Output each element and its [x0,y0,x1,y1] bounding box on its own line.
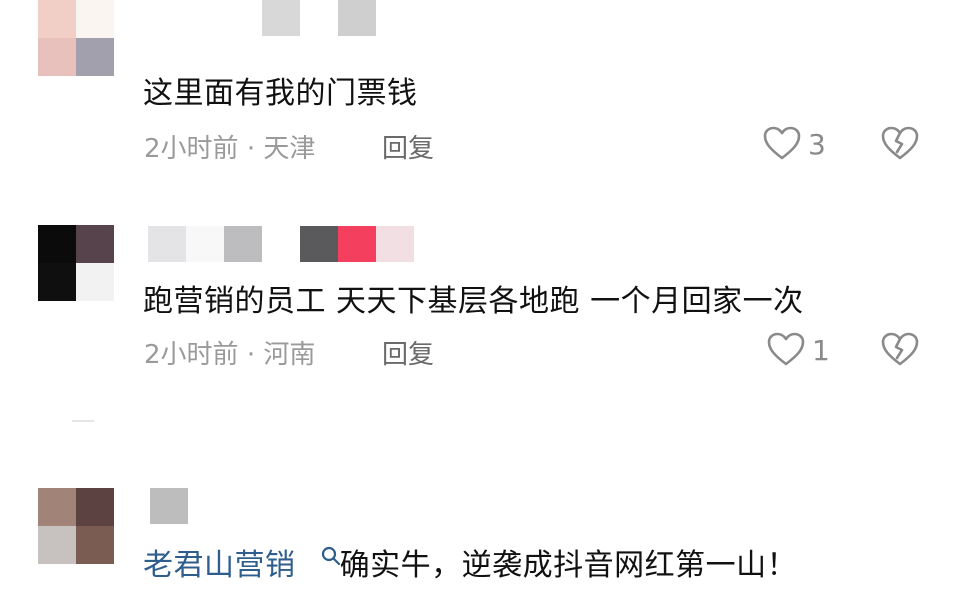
reply-button[interactable]: 回复 [382,128,434,165]
like-button[interactable]: 1 [766,330,830,370]
avatar-tile [76,488,114,526]
heart-outline-icon [767,332,805,366]
avatar[interactable] [38,488,114,564]
username-tile [338,226,376,262]
avatar-tile [38,263,76,301]
mention-link[interactable]: 老君山营销 [143,548,296,583]
username-tile [376,226,414,262]
comment-text: 跑营销的员工 天天下基层各地跑 一个月回家一次 [143,284,804,319]
avatar[interactable] [38,0,114,76]
avatar-tile [76,38,114,76]
comment-body: 确实牛，逆袭成抖音网红第一山！ [339,548,798,583]
avatar[interactable] [38,225,114,301]
avatar-tile [38,0,76,38]
avatar-tile [76,0,114,38]
avatar-tile [38,526,76,564]
avatar-tile [76,526,114,564]
username-tile [300,0,338,36]
avatar-tile [76,263,114,301]
username-tile [150,488,188,524]
username-tile [186,226,224,262]
avatar-tile [38,225,76,263]
like-button[interactable]: 3 [762,124,826,164]
reply-button[interactable]: 回复 [382,334,434,371]
meta-separator: · [246,340,256,370]
username-mosaic[interactable] [148,226,414,262]
username-tile [224,226,262,262]
divider [72,420,94,422]
meta-separator: · [246,134,256,164]
like-count: 1 [812,333,830,367]
username-tile [300,226,338,262]
broken-heart-icon[interactable] [880,330,920,370]
comment-location: 天津 [263,134,316,164]
comment-text: 这里面有我的门票钱 [143,76,418,111]
like-count: 3 [808,127,826,161]
comment-time: 2小时前 [144,340,239,370]
username-mosaic[interactable] [262,0,376,36]
avatar-tile [38,38,76,76]
username-tile [148,226,186,262]
avatar-tile [76,225,114,263]
comment-text: 老君山营销 确实牛，逆袭成抖音网红第一山！ [143,540,797,584]
heart-outline-icon [763,126,801,160]
avatar-tile [38,488,76,526]
search-icon[interactable] [320,545,342,567]
username-tile [262,0,300,36]
comment-meta: 2小时前 · 河南 [144,334,315,371]
username-tile [262,226,300,262]
broken-heart-icon[interactable] [880,124,920,164]
comment-time: 2小时前 [144,134,239,164]
comment-meta: 2小时前 · 天津 [144,128,315,165]
comment-location: 河南 [263,340,316,370]
username-mosaic[interactable] [150,488,188,524]
username-tile [338,0,376,36]
